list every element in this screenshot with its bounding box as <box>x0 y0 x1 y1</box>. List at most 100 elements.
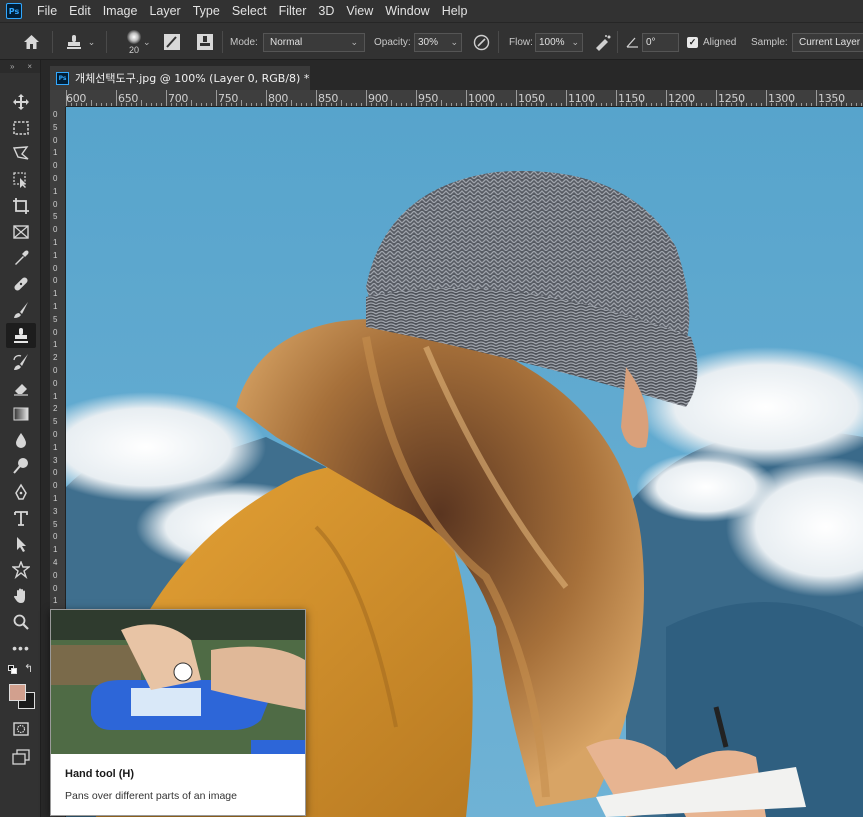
mode-select[interactable]: Normal ⌄ <box>263 23 365 61</box>
ruler-digit: 0 <box>53 481 58 491</box>
horizontal-ruler[interactable]: 600 650 700 750 800 850 900 950 1000 105… <box>66 90 863 107</box>
menu-3d[interactable]: 3D <box>312 0 340 22</box>
ruler-origin[interactable] <box>50 90 66 107</box>
move-tool[interactable] <box>6 89 36 114</box>
ruler-digit: 1 <box>53 289 58 299</box>
hand-tool[interactable] <box>6 583 36 608</box>
pen-tool[interactable] <box>6 479 36 504</box>
frame-icon <box>13 224 29 239</box>
custom-shape-icon <box>12 560 30 579</box>
more-tools[interactable]: ••• <box>6 635 36 660</box>
tooltip-description: Pans over different parts of an image <box>65 790 237 802</box>
aligned-checkbox[interactable]: ✓ Aligned <box>687 23 736 61</box>
menu-type[interactable]: Type <box>187 0 226 22</box>
menu-select[interactable]: Select <box>226 0 273 22</box>
menu-view[interactable]: View <box>340 0 379 22</box>
menu-edit[interactable]: Edit <box>63 0 97 22</box>
brush-icon <box>14 301 28 318</box>
ruler-digit: 0 <box>53 110 58 119</box>
eraser-tool[interactable] <box>6 375 36 400</box>
ruler-digit: 0 <box>53 583 58 593</box>
quick-mask-button[interactable] <box>6 716 36 741</box>
type-tool[interactable] <box>6 505 36 530</box>
ruler-label: 850 <box>318 92 339 105</box>
menu-window[interactable]: Window <box>379 0 435 22</box>
document-tab[interactable]: Ps 개체선택도구.jpg @ 100% (Layer 0, RGB/8) * <box>50 66 310 90</box>
screen-mode-icon <box>12 748 30 765</box>
ruler-digit: 0 <box>53 263 58 273</box>
flow-input[interactable]: 100% ⌄ <box>535 23 583 61</box>
collapse-panel-icon[interactable]: » <box>10 62 14 71</box>
clone-stamp-tool[interactable] <box>6 323 36 348</box>
hand-tool-preview-image <box>51 610 305 754</box>
history-brush-tool[interactable] <box>6 349 36 374</box>
document-title: 개체선택도구.jpg @ 100% (Layer 0, RGB/8) * <box>75 72 310 85</box>
ruler-digit: 0 <box>53 276 58 286</box>
ruler-digit: 5 <box>53 122 58 132</box>
ruler-digit: 0 <box>53 135 58 145</box>
foreground-color-swatch[interactable] <box>9 684 26 701</box>
ruler-digit: 0 <box>53 199 58 209</box>
close-panel-icon[interactable]: × <box>27 62 32 71</box>
menu-file[interactable]: File <box>31 0 63 22</box>
ruler-digit: 0 <box>53 327 58 337</box>
brush-tool[interactable] <box>6 297 36 322</box>
ruler-label: 950 <box>418 92 439 105</box>
zoom-tool[interactable] <box>6 609 36 634</box>
ruler-digit: 1 <box>53 340 58 350</box>
screen-mode-button[interactable] <box>6 744 36 769</box>
shape-tool[interactable] <box>6 557 36 582</box>
ruler-label: 700 <box>168 92 189 105</box>
ruler-digit: 1 <box>53 391 58 401</box>
pressure-opacity-button[interactable] <box>470 23 492 61</box>
eyedropper-tool[interactable] <box>6 245 36 270</box>
brush-settings-panel-button[interactable] <box>160 23 184 61</box>
menu-filter[interactable]: Filter <box>273 0 313 22</box>
path-selection-tool[interactable] <box>6 531 36 556</box>
check-icon: ✓ <box>687 36 698 48</box>
lasso-tool[interactable] <box>6 141 36 166</box>
menu-image[interactable]: Image <box>97 0 144 22</box>
ruler-digit: 1 <box>53 442 58 452</box>
menu-layer[interactable]: Layer <box>143 0 186 22</box>
object-selection-icon <box>13 171 26 188</box>
sample-select[interactable]: Current Layer <box>792 23 863 61</box>
ruler-digit: 2 <box>53 404 58 414</box>
ruler-digit: 0 <box>53 366 58 375</box>
ruler-digit: 1 <box>53 148 58 158</box>
quick-mask-icon <box>13 721 29 736</box>
menu-help[interactable]: Help <box>436 0 474 22</box>
crop-tool[interactable] <box>6 193 36 218</box>
object-selection-tool[interactable] <box>6 167 36 192</box>
swap-colors-icon[interactable]: ↰ <box>24 662 33 675</box>
marquee-tool[interactable] <box>6 115 36 140</box>
home-icon[interactable] <box>18 23 44 61</box>
frame-tool[interactable] <box>6 219 36 244</box>
ruler-label: 900 <box>368 92 389 105</box>
ruler-digit: 1 <box>53 596 58 606</box>
dodge-icon <box>13 457 28 474</box>
blur-tool[interactable] <box>6 427 36 452</box>
flow-value: 100% <box>539 36 565 48</box>
ruler-digit: 1 <box>53 302 58 311</box>
healing-brush-tool[interactable] <box>6 271 36 296</box>
opacity-input[interactable]: 30% ⌄ <box>414 23 462 61</box>
opacity-label: Opacity: <box>374 36 411 48</box>
ruler-digit: 3 <box>53 506 58 516</box>
ruler-digit: 3 <box>53 455 58 465</box>
angle-value: 0° <box>646 36 656 48</box>
tool-preset-picker[interactable]: ⌄ <box>60 23 100 61</box>
angle-input[interactable]: 0° <box>642 23 679 61</box>
ruler-digit: 0 <box>53 378 58 388</box>
gradient-tool[interactable] <box>6 401 36 426</box>
chevron-down-icon: ⌄ <box>87 36 96 47</box>
chevron-down-icon: ⌄ <box>450 36 458 47</box>
airbrush-button[interactable] <box>590 23 614 61</box>
clone-source-panel-button[interactable] <box>193 23 217 61</box>
photoshop-logo-icon[interactable]: Ps <box>6 3 22 19</box>
brush-chevron-icon[interactable]: ⌄ <box>143 23 151 61</box>
ruler-label: 1250 <box>718 92 745 105</box>
chevron-down-icon: ⌄ <box>571 36 579 47</box>
default-colors-icon[interactable] <box>8 665 17 674</box>
dodge-tool[interactable] <box>6 453 36 478</box>
